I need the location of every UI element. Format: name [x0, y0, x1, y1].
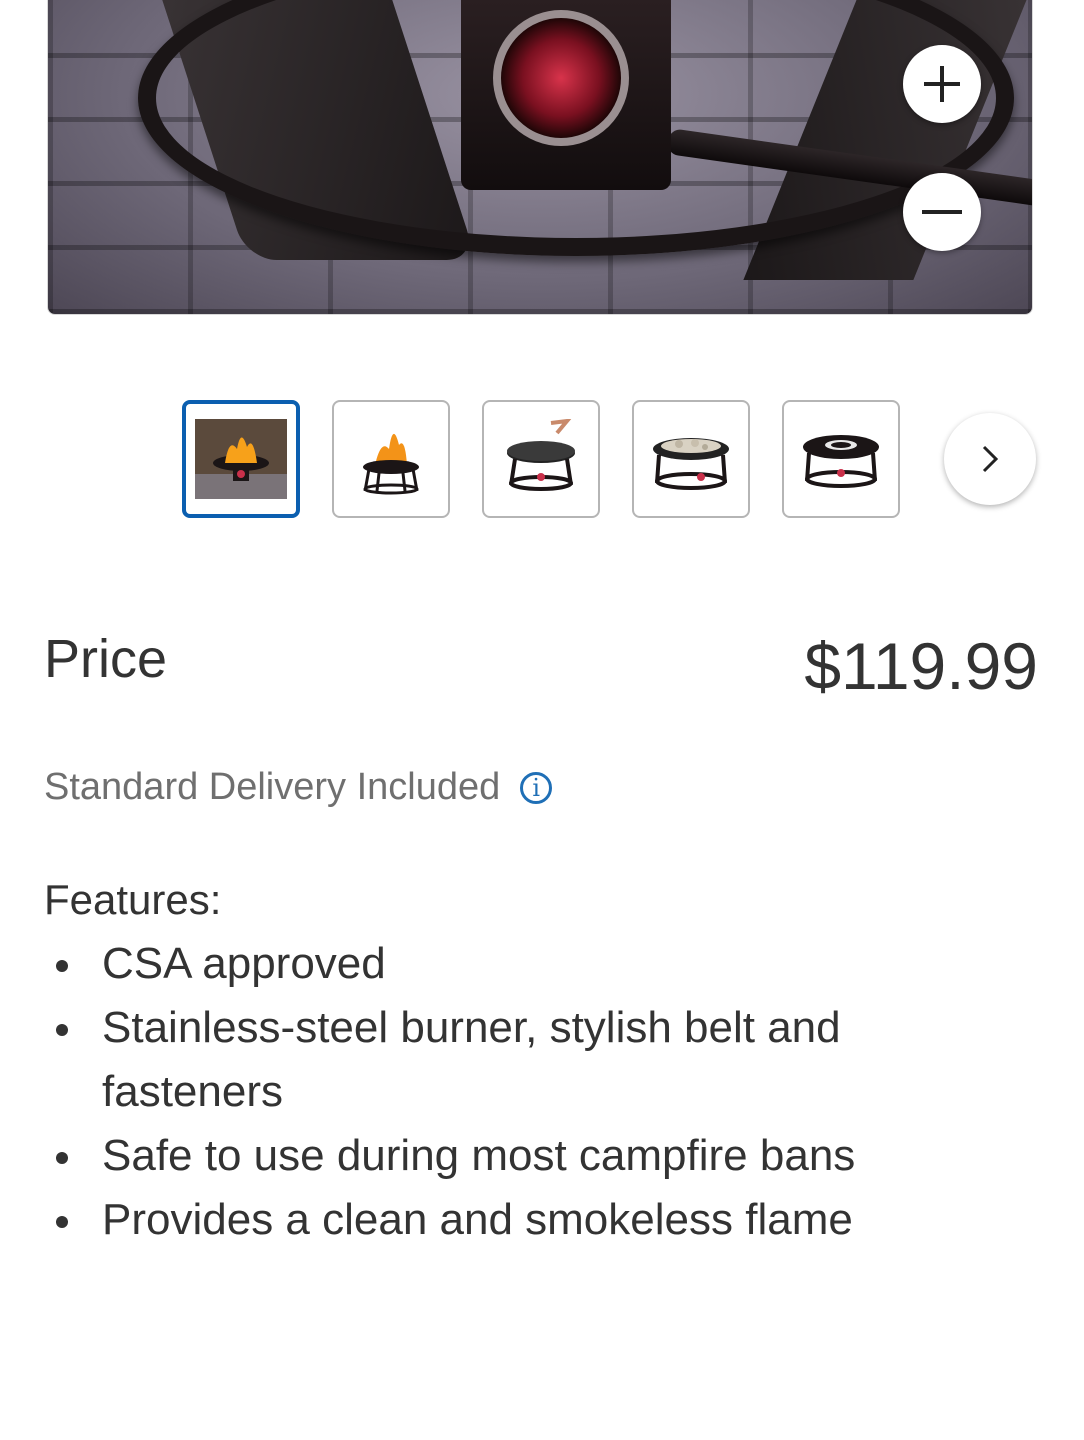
feature-item: Safe to use during most campfire bans [44, 1124, 1004, 1188]
plus-icon [924, 66, 960, 102]
feature-item: CSA approved [44, 932, 1004, 996]
feature-item: Provides a clean and smokeless flame [44, 1188, 1004, 1252]
thumbnail-5[interactable] [782, 400, 900, 518]
fire-pit-burner-thumbnail-icon [803, 435, 879, 488]
ignition-knob [493, 10, 629, 146]
info-icon[interactable]: i [520, 771, 553, 804]
thumbnail-3[interactable] [482, 400, 600, 518]
zoom-in-button[interactable] [903, 45, 981, 123]
fire-pit-flame-thumbnail-icon [363, 433, 419, 495]
thumbnail-1[interactable] [182, 400, 300, 518]
price-label: Price [44, 629, 168, 689]
features-title: Features: [44, 876, 222, 923]
fire-pit-stones-thumbnail-icon [653, 438, 729, 490]
price-value: $119.99 [804, 629, 1038, 703]
features-list: CSA approved Stainless-steel burner, sty… [44, 932, 1004, 1252]
thumbnail-4[interactable] [632, 400, 750, 518]
delivery-text: Standard Delivery Included [44, 766, 501, 808]
fire-pit-photo-thumbnail-icon [195, 419, 287, 499]
thumbnail-2[interactable] [332, 400, 450, 518]
minus-icon [922, 210, 962, 214]
feature-item: Stainless-steel burner, stylish belt and… [44, 996, 1004, 1124]
chevron-right-icon [982, 445, 999, 473]
delivery-info: Standard Delivery Included i [44, 766, 553, 809]
next-thumbnails-button[interactable] [944, 413, 1036, 505]
fire-pit-lid-thumbnail-icon [507, 419, 575, 491]
zoom-out-button[interactable] [903, 173, 981, 251]
product-main-image[interactable] [47, 0, 1033, 315]
